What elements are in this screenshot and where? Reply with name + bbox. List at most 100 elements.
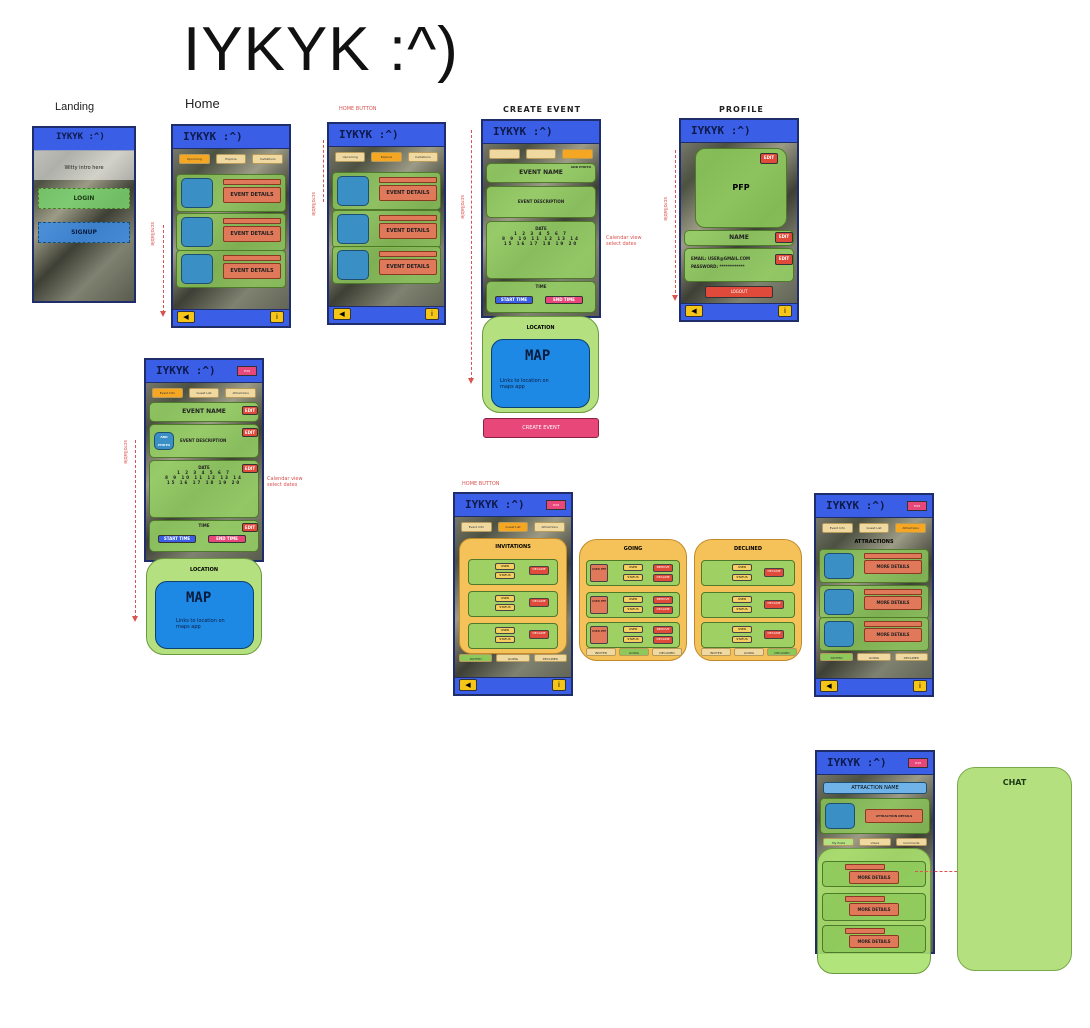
event-details-button[interactable]: EVENT DETAILS (223, 226, 281, 242)
more-details-button[interactable]: MORE DETAILS (864, 560, 922, 574)
edit-button[interactable]: EDIT (242, 464, 258, 473)
chat-panel: CHAT (957, 767, 1072, 971)
decline-button[interactable]: DECLINE (529, 566, 549, 575)
tab-event-info[interactable]: Event Info (822, 523, 853, 533)
event-details-button[interactable]: EVENT DETAILS (379, 185, 437, 201)
post-card[interactable]: MORE DETAILS (822, 925, 926, 953)
info-icon[interactable]: i (270, 311, 284, 323)
post-card[interactable]: MORE DETAILS (822, 893, 926, 921)
info-icon[interactable]: i (552, 679, 566, 691)
back-arrow-icon[interactable]: ◀ (333, 308, 351, 320)
back-arrow-icon[interactable]: ◀ (177, 311, 195, 323)
tab-going[interactable]: GOING (734, 648, 764, 656)
tab-going[interactable]: GOING (619, 648, 649, 656)
tab-event-info[interactable]: Event Info (152, 388, 183, 398)
invitations-panel: INVITATIONS USER STATUS DECLINE USER STA… (459, 538, 567, 654)
create-event-button[interactable]: CREATE EVENT (483, 418, 599, 438)
event-card[interactable]: EVENT DETAILS (176, 250, 286, 288)
edit-pfp-button[interactable]: EDIT (760, 153, 778, 164)
info-icon[interactable]: i (425, 308, 439, 320)
event-name-field[interactable]: EVENT NAME ADD PHOTO (486, 163, 596, 183)
event-details-button[interactable]: EVENT DETAILS (379, 259, 437, 275)
login-button[interactable]: LOGIN (38, 188, 130, 209)
end-time-button[interactable]: END TIME (208, 535, 246, 543)
header-edit-button[interactable]: Edit (908, 758, 928, 768)
event-card[interactable]: EVENT DETAILS (176, 213, 286, 251)
tab-invited[interactable]: INVITED (459, 654, 493, 662)
decline-button[interactable]: DECLINE (529, 598, 549, 607)
more-details-button[interactable]: MORE DETAILS (849, 935, 899, 948)
start-time-button[interactable]: START TIME (495, 296, 533, 304)
attraction-details-button[interactable]: ATTRACTION DETAILS (865, 809, 923, 823)
back-arrow-icon[interactable]: ◀ (459, 679, 477, 691)
event-card[interactable]: EVENT DETAILS (332, 210, 441, 248)
tab-invited[interactable]: INVITED (820, 653, 854, 661)
add-photo-label[interactable]: ADD PHOTO (571, 165, 591, 169)
tab-attractions[interactable]: Attractions (534, 522, 566, 532)
back-arrow-icon[interactable]: ◀ (685, 305, 703, 317)
more-details-button[interactable]: MORE DETAILS (864, 596, 922, 610)
edit-name-button[interactable]: EDIT (775, 232, 793, 243)
edit-button[interactable]: EDIT (242, 406, 258, 415)
tab-invited[interactable]: INVITED (586, 648, 616, 656)
tab-going[interactable]: GOING (857, 653, 891, 661)
date-picker[interactable]: DATE 1 2 3 4 5 6 7 8 9 10 11 12 13 14 15… (486, 221, 596, 279)
header-edit-button[interactable]: Edit (237, 366, 257, 376)
header-edit-button[interactable]: Edit (546, 500, 566, 510)
app-title: IYKYK :^) (183, 130, 243, 143)
tab-guest-list[interactable]: Guest List (858, 523, 890, 533)
tab-invitations[interactable]: Invitations (407, 152, 438, 162)
tab-declined[interactable]: DECLINED (767, 648, 797, 656)
end-time-button[interactable]: END TIME (545, 296, 583, 304)
tab-attractions[interactable]: Attractions (225, 388, 257, 398)
header-edit-button[interactable]: Edit (907, 501, 927, 511)
attraction-card[interactable]: MORE DETAILS (819, 585, 929, 619)
attraction-card[interactable]: MORE DETAILS (819, 617, 929, 651)
map-label: MAP (525, 348, 551, 364)
tab-declined[interactable]: DECLINED (894, 653, 928, 661)
description-field[interactable]: EVENT DESCRIPTION (486, 186, 596, 218)
more-details-button[interactable]: MORE DETAILS (849, 903, 899, 916)
tab-guest-list[interactable]: Guest List (188, 388, 220, 398)
tab-comments[interactable]: Comments (895, 838, 927, 846)
back-arrow-icon[interactable]: ◀ (820, 680, 838, 692)
map-preview[interactable]: MAP Links to location on maps app (155, 581, 254, 649)
tab-declined[interactable]: DECLINED (652, 648, 682, 656)
decline-button[interactable]: DECLINE (529, 630, 549, 639)
logout-button[interactable]: LOGOUT (705, 286, 773, 298)
more-details-button[interactable]: MORE DETAILS (849, 871, 899, 884)
event-details-button[interactable]: EVENT DETAILS (223, 187, 281, 203)
edit-button[interactable]: EDIT (242, 428, 258, 437)
tab-views[interactable]: Views (859, 838, 891, 846)
edit-button[interactable]: EDIT (242, 523, 258, 532)
tab-upcoming[interactable]: Upcoming (335, 152, 366, 162)
event-card[interactable]: EVENT DETAILS (332, 172, 441, 210)
tab-attractions[interactable]: Attractions (895, 523, 927, 533)
app-title: IYKYK :^) (339, 128, 399, 141)
start-time-button[interactable]: START TIME (158, 535, 196, 543)
add-photo-thumbnail[interactable]: ADD PHOTO (154, 432, 174, 450)
tab-explore[interactable]: Explore (215, 154, 247, 164)
attraction-card[interactable]: MORE DETAILS (819, 549, 929, 583)
tab-going[interactable]: GOING (496, 654, 530, 662)
signup-button[interactable]: SIGNUP (38, 222, 130, 243)
tab-my-posts[interactable]: My Posts (823, 838, 855, 846)
info-icon[interactable]: i (778, 305, 792, 317)
tab-invitations[interactable]: Invitations (252, 154, 284, 164)
edit-credentials-button[interactable]: EDIT (775, 254, 793, 265)
tab-explore[interactable]: Explore (371, 152, 402, 162)
info-icon[interactable]: i (913, 680, 927, 692)
event-details-button[interactable]: EVENT DETAILS (223, 263, 281, 279)
post-card[interactable]: MORE DETAILS (822, 861, 926, 887)
tab-event-info[interactable]: Event Info (461, 522, 492, 532)
event-card[interactable]: EVENT DETAILS (332, 246, 441, 284)
attraction-name-bar: ATTRACTION NAME (823, 782, 927, 794)
more-details-button[interactable]: MORE DETAILS (864, 628, 922, 642)
tab-invited[interactable]: INVITED (701, 648, 731, 656)
tab-declined[interactable]: DECLINED (533, 654, 567, 662)
event-card[interactable]: EVENT DETAILS (176, 174, 286, 212)
tab-upcoming[interactable]: Upcoming (179, 154, 210, 164)
map-preview[interactable]: MAP Links to location on maps app (491, 339, 590, 408)
event-details-button[interactable]: EVENT DETAILS (379, 223, 437, 239)
tab-guest-list[interactable]: Guest List (497, 522, 529, 532)
